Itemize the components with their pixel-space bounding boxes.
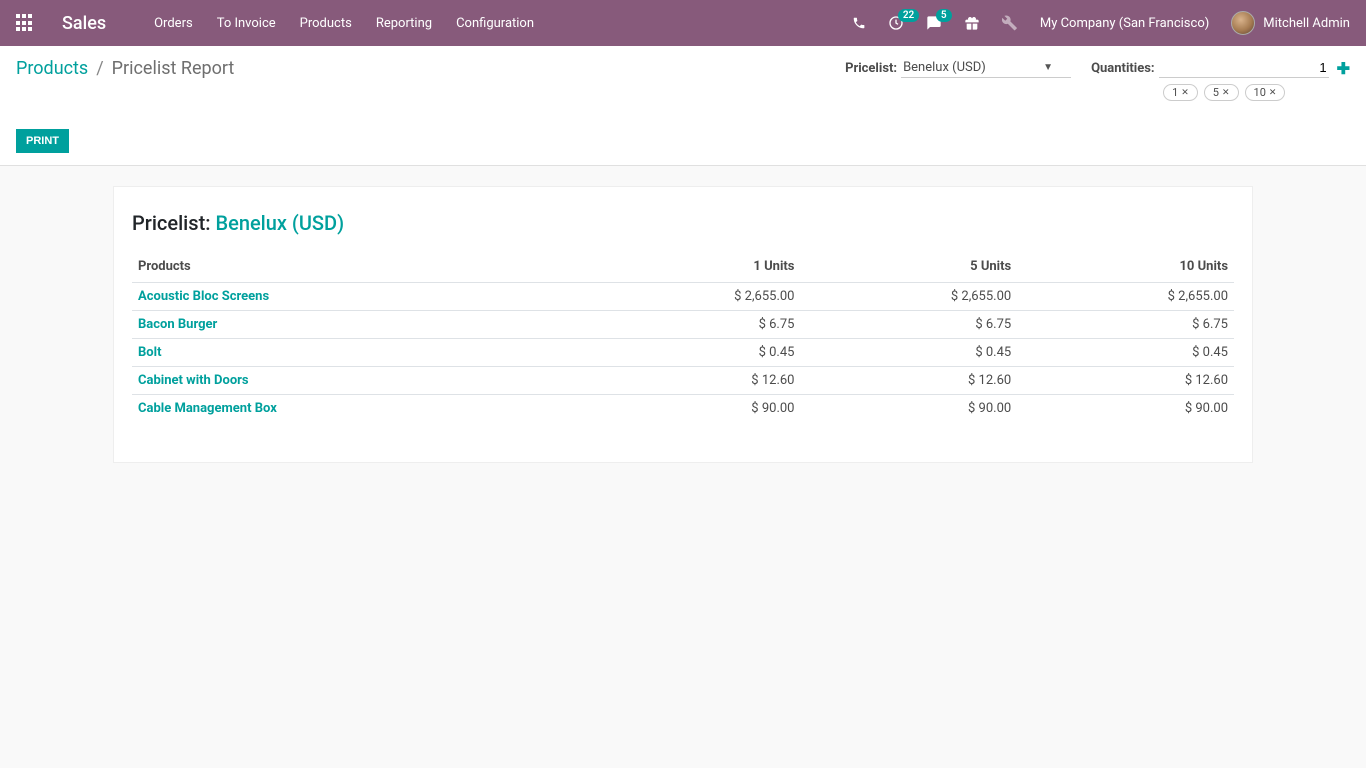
cell-q10: $ 2,655.00 (1017, 283, 1234, 311)
company-selector[interactable]: My Company (San Francisco) (1040, 16, 1209, 31)
cell-q5: $ 12.60 (800, 367, 1017, 395)
cell-q1: $ 0.45 (584, 339, 801, 367)
col-10-units: 10 Units (1017, 251, 1234, 283)
nav-links: Orders To Invoice Products Reporting Con… (154, 16, 534, 31)
quantity-badges: 1✕ 5✕ 10✕ (1163, 84, 1285, 101)
gift-icon[interactable] (964, 15, 980, 31)
col-5-units: 5 Units (800, 251, 1017, 283)
nav-products[interactable]: Products (300, 16, 352, 31)
apps-icon[interactable] (16, 14, 34, 32)
print-button[interactable]: Print (16, 129, 69, 153)
col-1-units: 1 Units (584, 251, 801, 283)
cell-q5: $ 90.00 (800, 395, 1017, 423)
cell-q1: $ 6.75 (584, 311, 801, 339)
product-link[interactable]: Bacon Burger (138, 317, 217, 332)
quantities-input[interactable] (1159, 58, 1329, 78)
pricelist-table: Products 1 Units 5 Units 10 Units Acoust… (132, 251, 1234, 422)
nav-orders[interactable]: Orders (154, 16, 193, 31)
cell-q10: $ 90.00 (1017, 395, 1234, 423)
top-nav: Sales Orders To Invoice Products Reporti… (0, 0, 1366, 46)
product-link[interactable]: Cabinet with Doors (138, 373, 249, 388)
product-link[interactable]: Acoustic Bloc Screens (138, 289, 269, 304)
pricelist-field: Pricelist: Benelux (USD) ▼ (845, 58, 1071, 78)
pricelist-value: Benelux (USD) (903, 60, 986, 75)
breadcrumb-current: Pricelist Report (112, 58, 235, 79)
nav-reporting[interactable]: Reporting (376, 16, 432, 31)
cell-q1: $ 12.60 (584, 367, 801, 395)
cell-q5: $ 2,655.00 (800, 283, 1017, 311)
pricelist-dropdown[interactable]: Benelux (USD) ▼ (901, 58, 1071, 78)
control-panel: Products / Pricelist Report Pricelist: B… (0, 46, 1366, 166)
report-title: Pricelist: Benelux (USD) (132, 211, 1234, 235)
table-row: Cabinet with Doors$ 12.60$ 12.60$ 12.60 (132, 367, 1234, 395)
table-row: Bacon Burger$ 6.75$ 6.75$ 6.75 (132, 311, 1234, 339)
main-content: Pricelist: Benelux (USD) Products 1 Unit… (0, 166, 1366, 483)
tools-icon[interactable] (1002, 15, 1018, 31)
cell-product: Cabinet with Doors (132, 367, 584, 395)
cell-product: Bacon Burger (132, 311, 584, 339)
user-avatar (1231, 11, 1255, 35)
table-row: Acoustic Bloc Screens$ 2,655.00$ 2,655.0… (132, 283, 1234, 311)
table-row: Cable Management Box$ 90.00$ 90.00$ 90.0… (132, 395, 1234, 423)
cell-q10: $ 12.60 (1017, 367, 1234, 395)
cell-q1: $ 90.00 (584, 395, 801, 423)
pricelist-label: Pricelist: (845, 61, 897, 76)
caret-down-icon: ▼ (1043, 62, 1053, 73)
phone-icon[interactable] (852, 16, 866, 30)
cell-q10: $ 6.75 (1017, 311, 1234, 339)
user-name: Mitchell Admin (1263, 16, 1350, 31)
nav-configuration[interactable]: Configuration (456, 16, 534, 31)
messages-badge: 5 (936, 9, 952, 22)
app-brand[interactable]: Sales (62, 13, 106, 34)
activities-badge: 22 (898, 9, 919, 22)
qty-badge-10[interactable]: 10✕ (1245, 84, 1286, 101)
close-icon: ✕ (1181, 88, 1189, 98)
col-products: Products (132, 251, 584, 283)
cell-q1: $ 2,655.00 (584, 283, 801, 311)
cell-q5: $ 6.75 (800, 311, 1017, 339)
breadcrumb-parent[interactable]: Products (16, 58, 88, 79)
nav-right: 22 5 My Company (San Francisco) Mitchell… (852, 11, 1350, 35)
add-quantity-button[interactable]: ✚ (1337, 59, 1350, 78)
report-sheet: Pricelist: Benelux (USD) Products 1 Unit… (113, 186, 1253, 463)
qty-badge-5[interactable]: 5✕ (1204, 84, 1239, 101)
close-icon: ✕ (1222, 88, 1230, 98)
nav-to-invoice[interactable]: To Invoice (217, 16, 276, 31)
cell-q10: $ 0.45 (1017, 339, 1234, 367)
table-row: Bolt$ 0.45$ 0.45$ 0.45 (132, 339, 1234, 367)
quantities-label: Quantities: (1091, 61, 1155, 76)
cell-product: Cable Management Box (132, 395, 584, 423)
close-icon: ✕ (1269, 88, 1277, 98)
cell-product: Acoustic Bloc Screens (132, 283, 584, 311)
breadcrumb-separator: / (96, 58, 103, 79)
report-pricelist-name: Benelux (USD) (215, 211, 344, 235)
messages-icon[interactable]: 5 (926, 15, 942, 31)
qty-badge-1[interactable]: 1✕ (1163, 84, 1198, 101)
cell-product: Bolt (132, 339, 584, 367)
breadcrumb: Products / Pricelist Report (16, 58, 234, 79)
cell-q5: $ 0.45 (800, 339, 1017, 367)
activities-icon[interactable]: 22 (888, 15, 904, 31)
product-link[interactable]: Cable Management Box (138, 401, 277, 416)
product-link[interactable]: Bolt (138, 345, 161, 360)
user-menu[interactable]: Mitchell Admin (1231, 11, 1350, 35)
